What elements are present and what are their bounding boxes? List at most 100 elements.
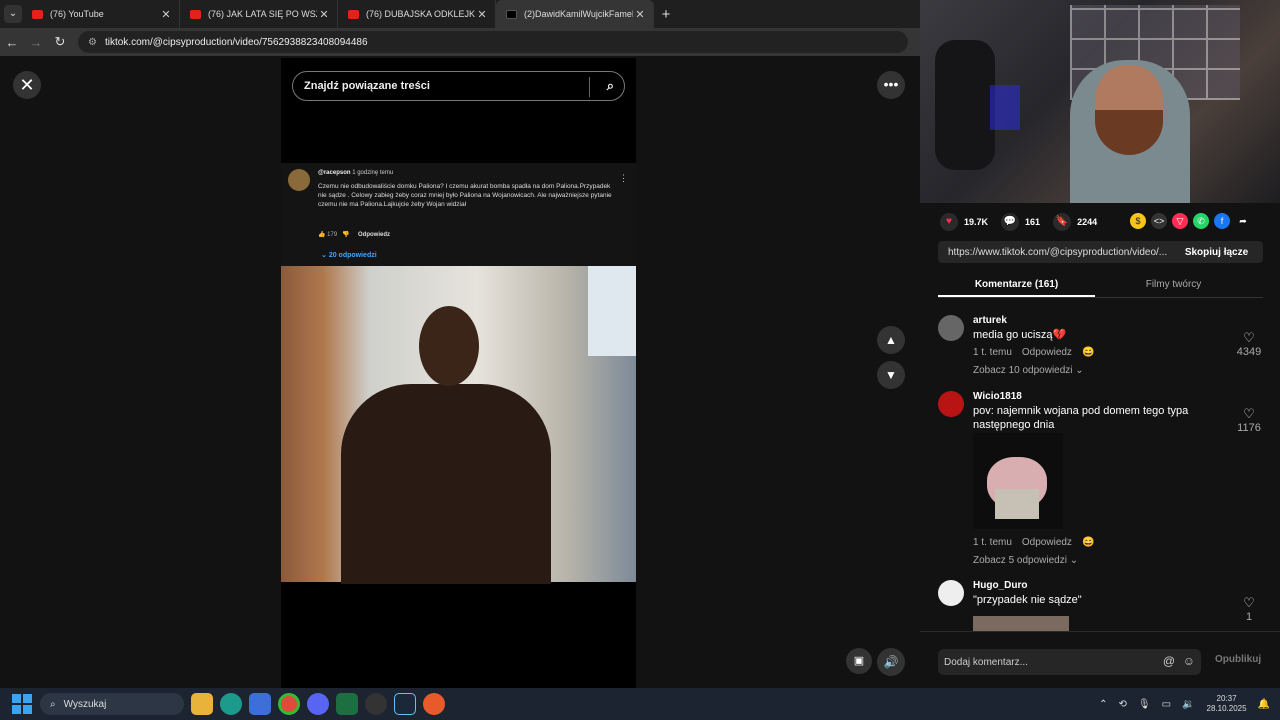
emoji-icon[interactable]: ☺	[1183, 654, 1195, 668]
webcam-overlay	[920, 0, 1280, 203]
publish-button[interactable]: Opublikuj	[1215, 654, 1261, 665]
close-tab-icon[interactable]: ✕	[317, 8, 331, 21]
comments-panel: ♥ 19.7K 💬 161 🔖 2244 $ <> ▽ ✆ f ➦ https://w…	[920, 203, 1280, 688]
comment-time: 1 godzinę temu	[352, 170, 394, 176]
search-icon[interactable]: ⌕	[607, 78, 614, 94]
search-placeholder: Znajdź powiązane treści	[304, 80, 430, 92]
video-frame-image	[281, 266, 636, 584]
site-info-icon[interactable]: ⚙	[88, 37, 97, 48]
close-tab-icon[interactable]: ✕	[475, 8, 489, 21]
avatar[interactable]	[938, 391, 964, 417]
reload-icon[interactable]: ↻	[48, 34, 72, 50]
comment-username[interactable]: Wicio1818	[973, 391, 1022, 402]
save-button[interactable]: 🔖 2244	[1053, 213, 1097, 231]
comment-username[interactable]: arturek	[973, 315, 1007, 326]
brave-icon[interactable]	[423, 693, 445, 715]
shirt-shape	[341, 384, 551, 584]
windows-start-icon[interactable]	[12, 694, 32, 714]
share-arrow-icon[interactable]: ➦	[1235, 213, 1251, 229]
discord-icon[interactable]	[307, 693, 329, 715]
clock[interactable]: 20:37 28.10.2025	[1207, 694, 1247, 714]
tab-comments[interactable]: Komentarze (161)	[938, 273, 1095, 297]
avatar[interactable]	[938, 315, 964, 341]
view-replies-button[interactable]: Zobacz 10 odpowiedzi ⌄	[973, 365, 1084, 376]
chevron-down-icon: ⌄	[321, 252, 327, 259]
picture-in-picture-icon[interactable]: ▣	[846, 648, 872, 674]
tab-title: (76) DUBAJSKA ODKLEJKA WEN	[366, 9, 475, 19]
notification-bell-icon[interactable]: 🔔	[1258, 699, 1270, 710]
like-button[interactable]: ♥ 19.7K	[940, 213, 988, 231]
chevron-up-icon[interactable]: ⌃	[1099, 699, 1107, 710]
close-tab-icon[interactable]: ✕	[633, 8, 647, 21]
system-tray: ⌃ ⟲ 🎙 ▭ 🔉 20:37 28.10.2025 🔔	[1088, 688, 1270, 720]
bookmark-icon: 🔖	[1053, 213, 1072, 231]
browser-tab-video-2[interactable]: (76) JAK LATA SIĘ PO WSZECHŚ ✕	[180, 0, 338, 28]
related-search-input[interactable]: Znajdź powiązane treści ⌕	[292, 71, 625, 101]
close-tab-icon[interactable]: ✕	[159, 8, 173, 21]
video-viewer: ✕ Znajdź powiązane treści ⌕ @racepson 1 …	[0, 56, 920, 688]
pc-case	[990, 85, 1020, 130]
browser-tab-youtube[interactable]: (76) YouTube ✕	[22, 0, 180, 28]
video-comment-screenshot: @racepson 1 godzinę temu ⋮ Czemu nie odb…	[281, 163, 636, 267]
excel-icon[interactable]	[336, 693, 358, 715]
avatar[interactable]	[938, 580, 964, 606]
comment-like-button[interactable]: ♡ 1176	[1235, 406, 1263, 434]
comment-username[interactable]: Hugo_Duro	[973, 580, 1027, 591]
view-replies-button[interactable]: Zobacz 5 odpowiedzi ⌄	[973, 555, 1078, 566]
taskbar-search-input[interactable]: ⌕ Wyszukaj	[40, 693, 184, 715]
forward-arrow-icon[interactable]: →	[24, 35, 48, 50]
clock-time: 20:37	[1216, 694, 1237, 703]
add-comment-input[interactable]: Dodaj komentarz... @ ☺	[938, 649, 1201, 675]
tab-creator-videos[interactable]: Filmy twórcy	[1095, 273, 1252, 297]
tab-search-dropdown-icon[interactable]: ⌄	[4, 5, 22, 23]
heart-outline-icon: ♡	[1243, 330, 1255, 345]
browser-tab-tiktok[interactable]: (2)DawidKamilWujcikFameM ✕	[496, 0, 654, 28]
chevron-down-icon[interactable]: ▼	[877, 361, 905, 389]
send-icon[interactable]: ▽	[1172, 213, 1188, 229]
url-text: tiktok.com/@cipsyproduction/video/756293…	[104, 36, 368, 48]
replies-count: 20 odpowiedzi	[328, 252, 377, 259]
share-link-text[interactable]: https://www.tiktok.com/@cipsyproduction/…	[938, 247, 1170, 258]
search-icon: ⌕	[50, 698, 56, 710]
comment-button[interactable]: 💬 161	[1001, 213, 1040, 231]
back-arrow-icon[interactable]: ←	[0, 35, 24, 50]
sky-area	[588, 266, 636, 356]
comment-time: 1 t. temu	[973, 347, 1012, 358]
coin-icon[interactable]: $	[1130, 213, 1146, 229]
network-icon[interactable]: ▭	[1162, 699, 1171, 710]
comment-tabs: Komentarze (161) Filmy twórcy	[938, 273, 1263, 298]
url-input[interactable]: ⚙ tiktok.com/@cipsyproduction/video/7562…	[78, 31, 908, 53]
video-stats: ♥ 19.7K 💬 161 🔖 2244	[940, 213, 1110, 231]
file-explorer-icon[interactable]	[191, 693, 213, 715]
whatsapp-icon[interactable]: ✆	[1193, 213, 1209, 229]
copy-link-button[interactable]: Skopiuj łącze	[1170, 247, 1263, 258]
edge-icon[interactable]	[220, 693, 242, 715]
obs-icon[interactable]	[365, 693, 387, 715]
store-icon[interactable]	[249, 693, 271, 715]
chrome-icon[interactable]	[278, 693, 300, 715]
facebook-icon[interactable]: f	[1214, 213, 1230, 229]
volume-icon[interactable]: 🔊	[877, 648, 905, 676]
comment-actions: 👍 179 👎 Odpowiedz	[318, 231, 390, 238]
steam-icon[interactable]	[394, 693, 416, 715]
save-count: 2244	[1077, 217, 1098, 227]
new-tab-button[interactable]: +	[654, 6, 678, 23]
speaker-icon[interactable]: 🔉	[1182, 699, 1194, 710]
embed-icon[interactable]: <>	[1151, 213, 1167, 229]
comment-like-button[interactable]: ♡ 4349	[1235, 330, 1263, 358]
heart-icon: ♥	[940, 213, 958, 231]
video-player[interactable]: Znajdź powiązane treści ⌕ @racepson 1 go…	[281, 58, 636, 688]
more-options-icon[interactable]: •••	[877, 71, 905, 99]
chevron-up-icon[interactable]: ▲	[877, 326, 905, 354]
reply-button[interactable]: Odpowiedz	[1022, 537, 1072, 548]
windows-taskbar: ⌕ Wyszukaj ⌃ ⟲ 🎙 ▭ 🔉 20:37 28.10.2025 🔔	[0, 688, 1280, 720]
sync-icon[interactable]: ⟲	[1119, 699, 1127, 710]
mention-icon[interactable]: @	[1163, 654, 1175, 668]
reply-button[interactable]: Odpowiedz	[1022, 347, 1072, 358]
close-icon[interactable]: ✕	[13, 71, 41, 99]
microphone-icon[interactable]: 🎙	[1138, 699, 1151, 710]
clock-date: 28.10.2025	[1206, 704, 1247, 713]
browser-tab-video-3[interactable]: (76) DUBAJSKA ODKLEJKA WEN ✕	[338, 0, 496, 28]
comment-text: Czemu nie odbudowaliście domku Paliona? …	[318, 183, 612, 208]
comment-like-button[interactable]: ♡ 1	[1235, 595, 1263, 623]
